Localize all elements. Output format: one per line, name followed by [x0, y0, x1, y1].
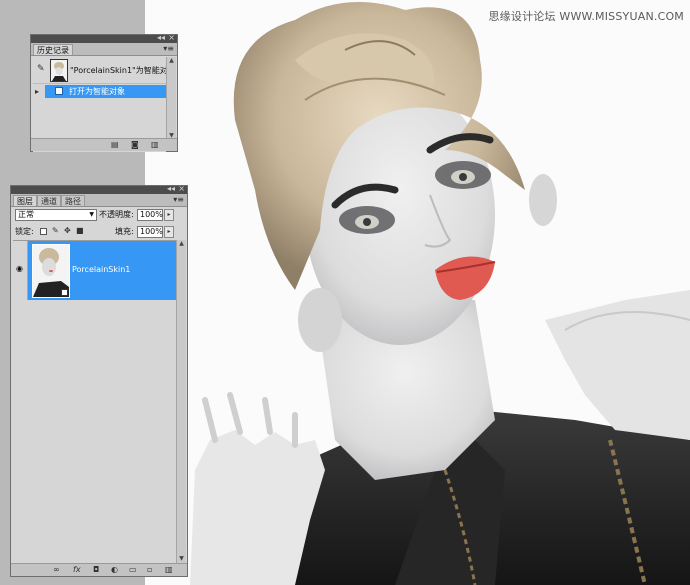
link-icon[interactable]: ∞	[53, 565, 60, 575]
open-smart-object-icon	[55, 87, 63, 95]
blend-mode-select[interactable]: 正常 ▼	[15, 209, 97, 221]
smart-object-badge-icon	[61, 289, 68, 296]
layers-panel-titlebar[interactable]: ◂◂ ×	[11, 184, 187, 194]
opacity-label: 不透明度:	[99, 210, 134, 219]
trash-icon[interactable]: ▥	[151, 140, 159, 150]
panel-menu-icon[interactable]: ▾≡	[173, 196, 184, 204]
eye-icon[interactable]: ◉	[16, 265, 23, 273]
fx-icon[interactable]: fx	[73, 565, 81, 575]
fill-slider-toggle-icon[interactable]: ▸	[164, 226, 174, 238]
opacity-input[interactable]: 100%	[137, 209, 163, 221]
fill-label: 填充:	[115, 227, 134, 236]
chevron-down-icon: ▼	[89, 211, 94, 218]
close-icon[interactable]: ×	[178, 184, 185, 194]
trash-icon[interactable]: ▥	[165, 565, 173, 575]
lock-label: 锁定:	[15, 227, 34, 236]
history-panel-titlebar[interactable]: ◂◂ ×	[31, 33, 177, 43]
history-snapshot-row[interactable]: ✎ "PorcelainSkin1"为智能对...	[33, 57, 175, 84]
layers-panel: ◂◂ × 图层 通道 路径 ▾≡ 正常 ▼ 不透明度: 100% ▸ 锁定: ✎…	[10, 184, 188, 577]
new-layer-icon[interactable]: ▫	[147, 565, 152, 575]
visibility-toggle[interactable]: ◉	[13, 241, 28, 300]
panel-menu-icon[interactable]: ▾≡	[163, 45, 174, 53]
snapshot-camera-icon[interactable]: ◙	[131, 140, 139, 150]
tab-layers[interactable]: 图层	[13, 195, 37, 206]
history-state-label: 打开为智能对象	[69, 87, 125, 96]
adjustment-icon[interactable]: ◐	[111, 565, 118, 575]
layers-tabrow: 图层 通道 路径 ▾≡	[11, 194, 187, 207]
history-brush-icon[interactable]: ✎	[37, 65, 46, 74]
layer-row[interactable]: ◉ PorcelainSkin1	[13, 241, 176, 300]
lock-all-icon[interactable]: ■	[76, 227, 84, 235]
history-scrollbar[interactable]: ▲ ▼	[166, 57, 176, 140]
group-icon[interactable]: ▭	[129, 565, 137, 575]
document-canvas-photo	[145, 0, 690, 585]
history-state-slider-icon[interactable]: ▸	[35, 88, 39, 96]
history-footer: ▤ ◙ ▥	[31, 138, 177, 151]
history-panel: ◂◂ × 历史记录 ▾≡ ✎ "PorcelainSkin1"为智能对... ▸…	[30, 33, 178, 152]
scroll-down-icon[interactable]: ▼	[177, 555, 186, 563]
lock-brush-icon[interactable]: ✎	[52, 227, 60, 235]
layers-list: ◉ PorcelainSkin1	[13, 240, 176, 563]
lock-position-icon[interactable]: ✥	[64, 227, 72, 235]
mask-icon[interactable]: ◘	[93, 565, 99, 575]
history-state-selected[interactable]: ▸ 打开为智能对象	[35, 85, 166, 98]
lock-transparency-icon[interactable]	[40, 228, 47, 235]
layers-footer: ∞ fx ◘ ◐ ▭ ▫ ▥	[11, 563, 187, 576]
scroll-up-icon[interactable]: ▲	[167, 57, 176, 65]
opacity-slider-toggle-icon[interactable]: ▸	[164, 209, 174, 221]
layer-selected[interactable]: PorcelainSkin1	[28, 241, 176, 300]
blend-opacity-row: 正常 ▼ 不透明度: 100% ▸	[13, 208, 185, 222]
scroll-up-icon[interactable]: ▲	[177, 240, 186, 248]
watermark-text: 思缘设计论坛 WWW.MISSYUAN.COM	[488, 10, 684, 23]
tab-paths[interactable]: 路径	[61, 195, 85, 206]
collapse-icon[interactable]: ◂◂	[157, 33, 165, 43]
snapshot-label: "PorcelainSkin1"为智能对...	[70, 66, 176, 75]
history-tabrow: 历史记录 ▾≡	[31, 43, 177, 56]
tab-channels[interactable]: 通道	[37, 195, 61, 206]
close-icon[interactable]: ×	[168, 33, 175, 43]
fill-input[interactable]: 100%	[137, 226, 163, 238]
layer-thumbnail	[32, 244, 70, 298]
collapse-icon[interactable]: ◂◂	[167, 184, 175, 194]
snapshot-thumbnail	[50, 59, 68, 82]
new-document-from-state-icon[interactable]: ▤	[111, 140, 119, 150]
tab-history[interactable]: 历史记录	[33, 44, 73, 55]
lock-fill-row: 锁定: ✎ ✥ ■ 填充: 100% ▸	[13, 225, 185, 239]
layer-name[interactable]: PorcelainSkin1	[72, 265, 130, 275]
blend-mode-value: 正常	[18, 210, 34, 219]
layers-scrollbar[interactable]: ▲ ▼	[176, 240, 186, 563]
